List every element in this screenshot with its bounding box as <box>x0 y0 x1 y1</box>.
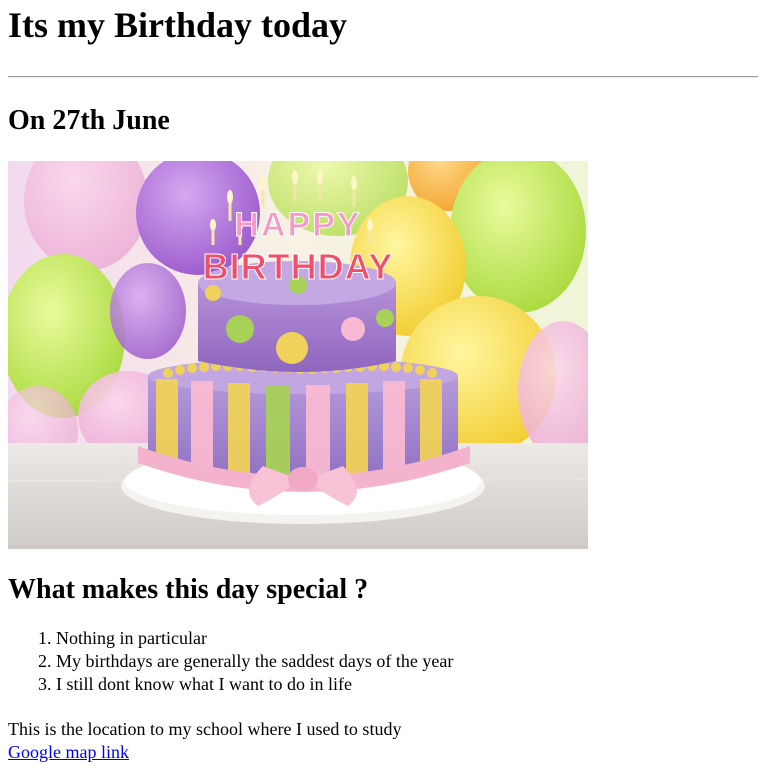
date-heading: On 27th June <box>8 105 170 136</box>
google-map-link[interactable]: Google map link <box>8 741 129 764</box>
page-title: Its my Birthday today <box>8 5 348 45</box>
list-item: Nothing in particular <box>56 627 758 650</box>
page: Its my Birthday today On 27th June HAPPY… <box>0 0 766 764</box>
divider <box>8 76 758 78</box>
list-item: I still dont know what I want to do in l… <box>56 673 758 696</box>
list-item: My birthdays are generally the saddest d… <box>56 650 758 673</box>
birthday-cake-image: HAPPY BIRTHDAY <box>8 161 588 549</box>
svg-text:HAPPY: HAPPY <box>234 206 361 244</box>
special-heading: What makes this day special ? <box>8 574 369 605</box>
location-text: This is the location to my school where … <box>8 719 402 739</box>
svg-text:BIRTHDAY: BIRTHDAY <box>203 246 394 287</box>
reasons-list: Nothing in particular My birthdays are g… <box>8 627 758 696</box>
